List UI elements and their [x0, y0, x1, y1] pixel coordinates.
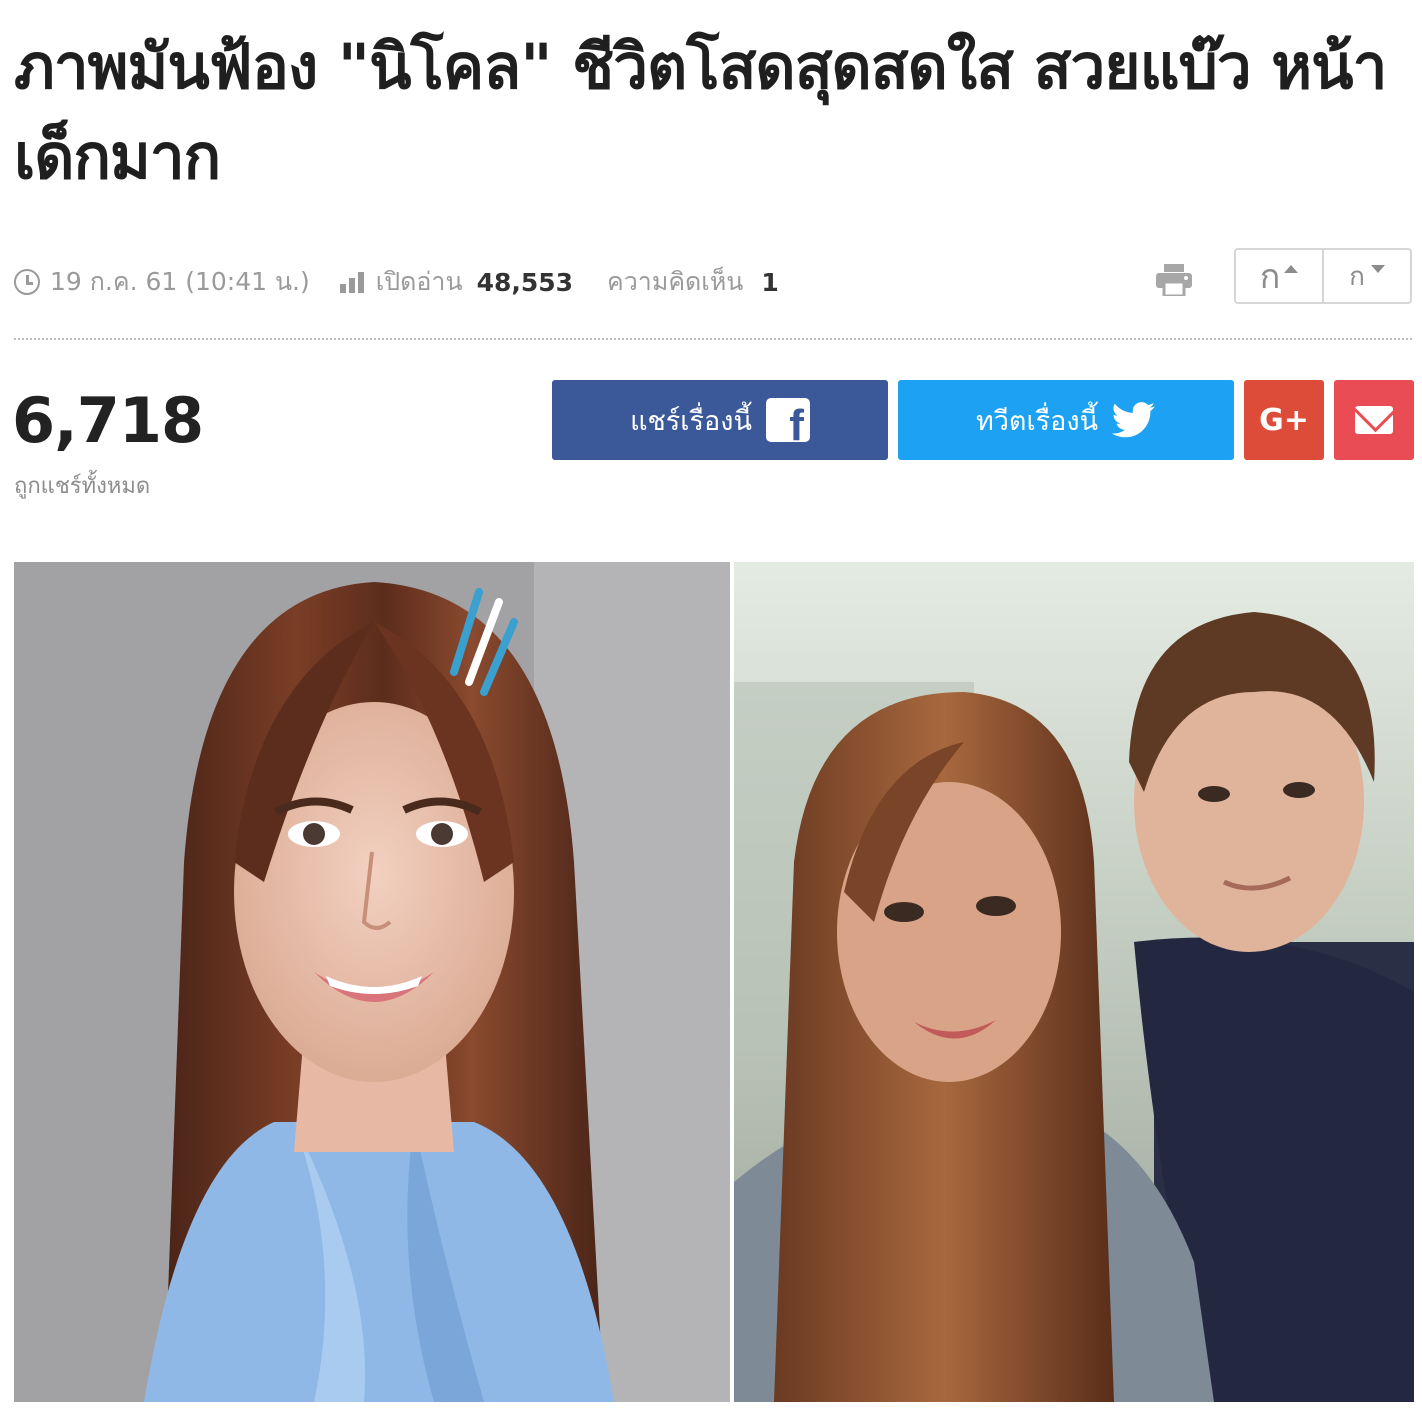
share-total-count: 6,718: [12, 384, 204, 457]
views-count: 48,553: [476, 267, 574, 297]
article-meta: 19 ก.ค. 61 (10:41 น.) เปิดอ่าน 48,553 คว…: [14, 262, 814, 302]
article-photo-left: [14, 562, 730, 1402]
font-increase-glyph: ก: [1259, 257, 1281, 297]
printer-icon[interactable]: [1156, 264, 1192, 296]
comments-label[interactable]: ความคิดเห็น: [607, 262, 743, 302]
decrease-font-button[interactable]: ก: [1322, 250, 1410, 302]
clock-icon: [14, 269, 40, 295]
caret-up-icon: [1284, 265, 1299, 273]
meta-divider: [14, 338, 1412, 340]
facebook-share-button[interactable]: แชร์เรื่องนี้ f: [552, 380, 888, 460]
article-date: 19 ก.ค. 61 (10:41 น.): [50, 267, 310, 296]
twitter-share-label: ทวีตเรื่องนี้: [975, 405, 1099, 437]
article-photo-right: [734, 562, 1414, 1402]
envelope-icon: [1355, 406, 1393, 434]
views-label: เปิดอ่าน: [375, 267, 463, 296]
twitter-bird-icon: [1112, 402, 1155, 438]
facebook-icon: f: [765, 398, 810, 442]
share-total-caption: ถูกแชร์ทั้งหมด: [14, 474, 151, 499]
article-headline: ภาพมันฟ้อง "นิโคล" ชีวิตโสดสุดสดใส สวยแบ…: [14, 30, 1387, 193]
google-plus-share-button[interactable]: G+: [1244, 380, 1324, 460]
facebook-share-label: แชร์เรื่องนี้: [630, 405, 752, 437]
font-decrease-glyph: ก: [1349, 261, 1365, 292]
comments-count[interactable]: 1: [761, 268, 778, 297]
twitter-share-button[interactable]: ทวีตเรื่องนี้: [898, 380, 1234, 460]
font-size-control: ก ก: [1234, 248, 1412, 304]
email-share-button[interactable]: [1334, 380, 1414, 460]
google-plus-label: G+: [1259, 402, 1309, 438]
bar-chart-icon: [339, 271, 364, 293]
increase-font-button[interactable]: ก: [1236, 250, 1322, 302]
caret-down-icon: [1370, 265, 1385, 273]
